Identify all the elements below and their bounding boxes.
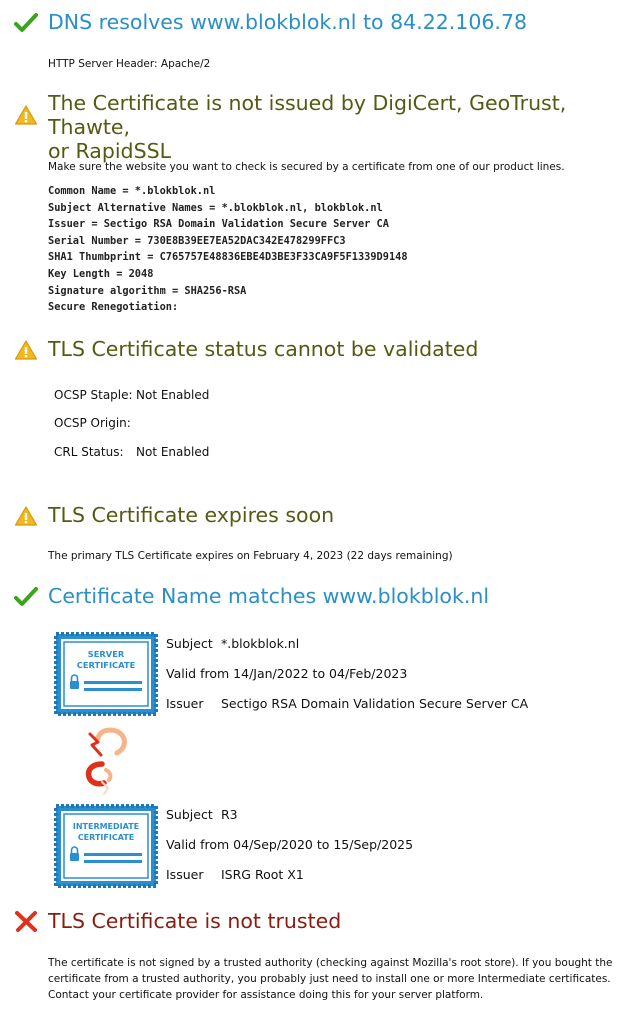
server-subject-value: *.blokblok.nl <box>221 636 300 651</box>
intermediate-badge-line1: INTERMEDIATE <box>72 822 140 831</box>
trust-note-line1: The certificate is not signed by a trust… <box>48 957 613 969</box>
warning-icon <box>14 104 38 130</box>
intermediate-issuer-value: ISRG Root X1 <box>221 867 304 882</box>
crl-status-row: CRL Status: Not Enabled <box>54 444 209 460</box>
ocsp-staple-label: OCSP Staple: <box>54 388 133 402</box>
chain-link-icon <box>80 724 130 800</box>
ocsp-origin-label: OCSP Origin: <box>54 416 131 430</box>
ocsp-staple-row: OCSP Staple: Not Enabled <box>54 387 209 403</box>
status-heading: TLS Certificate status cannot be validat… <box>48 337 479 361</box>
crl-status-value: Not Enabled <box>136 445 210 459</box>
name-match-heading: Certificate Name matches www.blokblok.nl <box>48 584 490 608</box>
ocsp-origin-row: OCSP Origin: <box>54 415 136 431</box>
ocsp-staple-value: Not Enabled <box>136 388 210 402</box>
server-header-text: HTTP Server Header: Apache/2 <box>48 58 211 70</box>
issuer-heading-line1: The Certificate is not issued by DigiCer… <box>48 91 567 139</box>
trust-note: The certificate is not signed by a trust… <box>48 955 612 1003</box>
trust-note-line3: Contact your certificate provider for as… <box>48 989 484 1001</box>
server-badge-text: SERVER CERTIFICATE <box>54 649 158 671</box>
intermediate-subject-value: R3 <box>221 807 238 822</box>
error-x-icon <box>14 910 38 936</box>
detail-line: Secure Renegotiation: <box>48 301 179 314</box>
detail-line: Common Name = *.blokblok.nl <box>48 185 216 197</box>
intermediate-issuer-label: Issuer <box>166 867 204 882</box>
detail-line: Serial Number = 730E8B39EE7EA52DAC342E47… <box>48 234 346 247</box>
detail-line: Key Length = 2048 <box>48 267 154 280</box>
certificate-details: Common Name = *.blokblok.nl Subject Alte… <box>48 183 408 316</box>
detail-line: SHA1 Thumbprint = C765757E48836EBE4D3BE3… <box>48 251 408 264</box>
server-badge-line2: CERTIFICATE <box>76 660 136 670</box>
server-badge-line1: SERVER <box>87 649 125 659</box>
issuer-note: Make sure the website you want to check … <box>48 161 565 173</box>
intermediate-issuer-row: Issuer ISRG Root X1 <box>166 867 304 883</box>
check-icon <box>14 12 38 38</box>
intermediate-subject-label: Subject <box>166 807 213 822</box>
intermediate-badge-text: INTERMEDIATE CERTIFICATE <box>54 821 158 843</box>
server-subject-label: Subject <box>166 636 213 651</box>
detail-line: Subject Alternative Names = *.blokblok.n… <box>48 201 383 214</box>
intermediate-certificate-badge: INTERMEDIATE CERTIFICATE <box>54 804 158 888</box>
detail-line: Issuer = Sectigo RSA Domain Validation S… <box>48 218 389 231</box>
intermediate-valid-row: Valid from 04/Sep/2020 to 15/Sep/2025 <box>166 837 414 852</box>
warning-icon <box>14 505 38 531</box>
server-issuer-value: Sectigo RSA Domain Validation Secure Ser… <box>221 696 529 711</box>
server-certificate-badge: SERVER CERTIFICATE <box>54 632 158 716</box>
trust-heading: TLS Certificate is not trusted <box>48 909 342 933</box>
server-issuer-label: Issuer <box>166 696 204 711</box>
warning-icon <box>14 339 38 365</box>
trust-note-line2: certificate from a trusted authority, yo… <box>48 973 611 985</box>
server-issuer-row: Issuer Sectigo RSA Domain Validation Secu… <box>166 696 528 712</box>
intermediate-subject-row: Subject R3 <box>166 807 238 823</box>
issuer-heading: The Certificate is not issued by DigiCer… <box>48 91 630 163</box>
server-valid-row: Valid from 14/Jan/2022 to 04/Feb/2023 <box>166 666 408 681</box>
expiry-heading: TLS Certificate expires soon <box>48 503 335 527</box>
expiry-note: The primary TLS Certificate expires on F… <box>48 550 453 562</box>
check-icon <box>14 586 38 612</box>
intermediate-badge-line2: CERTIFICATE <box>77 833 135 842</box>
detail-line: Signature algorithm = SHA256-RSA <box>48 284 247 297</box>
server-subject-row: Subject *.blokblok.nl <box>166 636 299 652</box>
crl-status-label: CRL Status: <box>54 445 124 459</box>
dns-heading: DNS resolves www.blokblok.nl to 84.22.10… <box>48 10 528 34</box>
